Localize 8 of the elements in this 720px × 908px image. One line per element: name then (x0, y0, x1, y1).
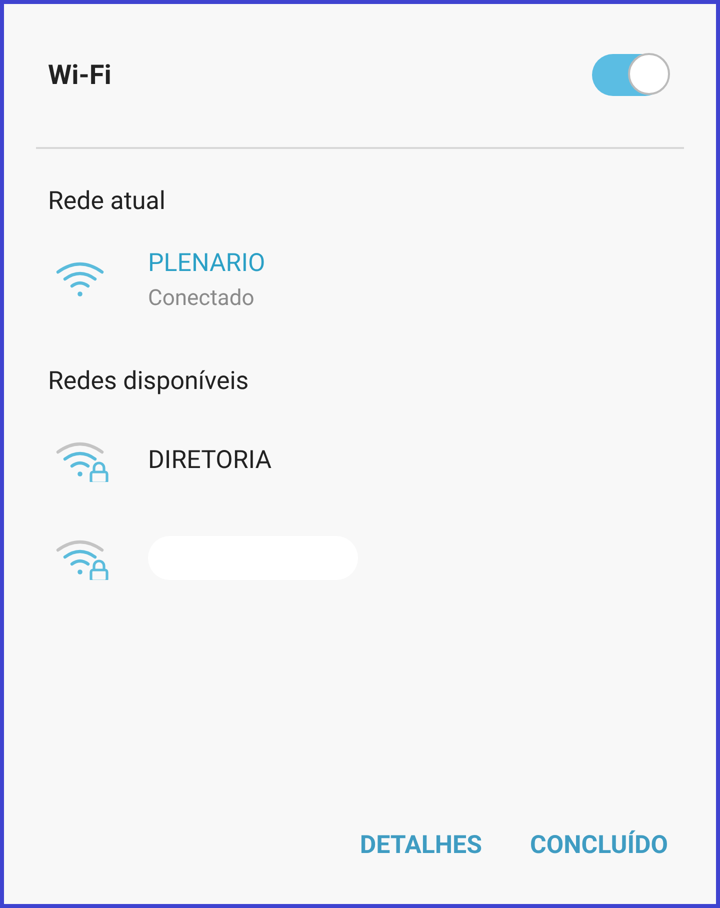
dialog-button[interactable]: CONCLUÍDO (526, 825, 672, 866)
dialog-button[interactable]: DETALHES (356, 825, 486, 866)
title: Wi-Fi (48, 59, 112, 91)
section-heading: Rede atual (47, 186, 166, 218)
network-name[interactable]: DIRETORIA (148, 446, 272, 474)
section-heading: Redes disponíveis (47, 366, 250, 398)
network-name[interactable]: PLENARIO (148, 249, 266, 278)
network-status: Conectado (148, 286, 256, 311)
